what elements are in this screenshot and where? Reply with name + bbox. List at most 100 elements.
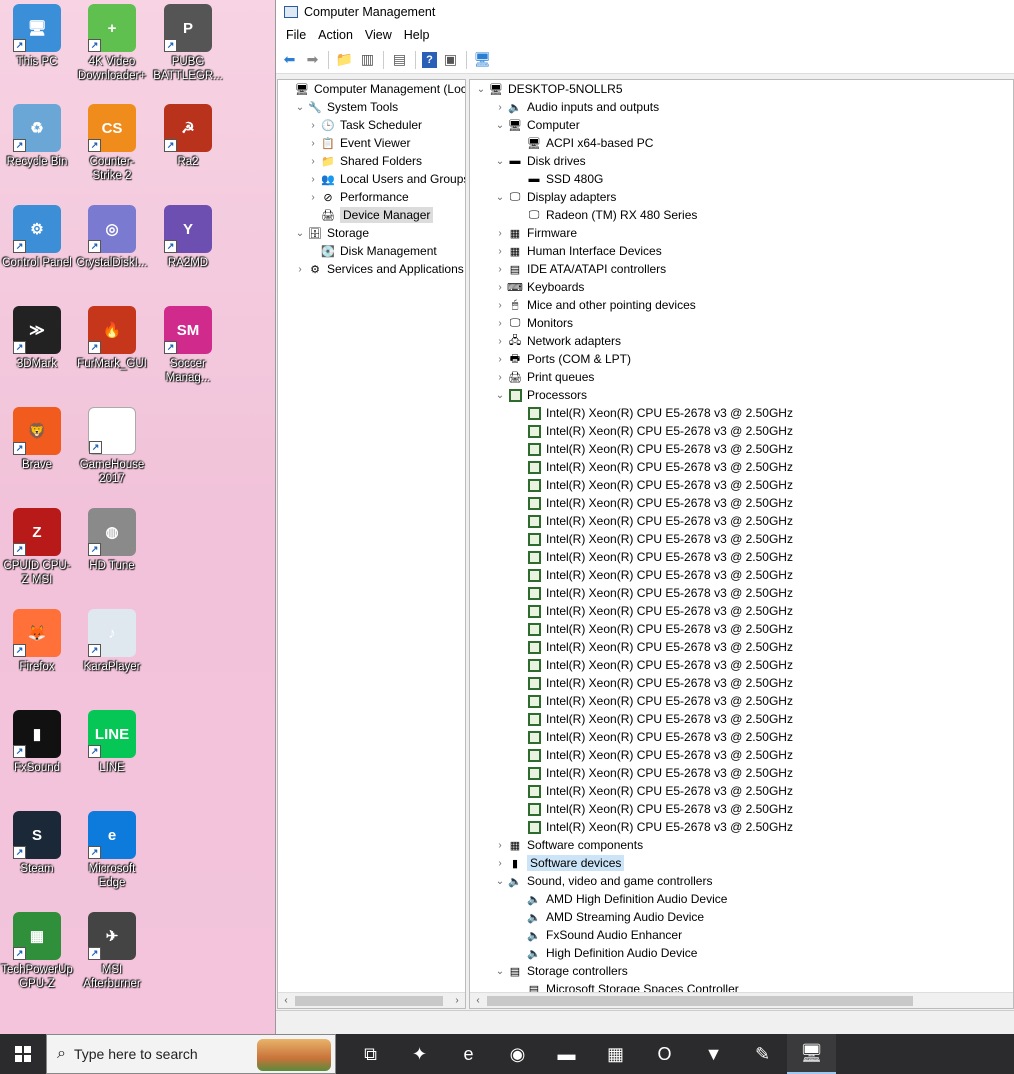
- desktop-icon[interactable]: e ↗ Microsoft Edge: [75, 811, 149, 890]
- expand-arrow-icon[interactable]: ›: [493, 318, 507, 329]
- collapse-arrow-icon[interactable]: ⌄: [493, 966, 507, 977]
- tree-item[interactable]: 🖨 Device Manager: [306, 206, 434, 224]
- desktop-icon[interactable]: ♪ ↗ KaraPlayer: [75, 609, 149, 674]
- collapse-arrow-icon[interactable]: ⌄: [493, 390, 507, 401]
- expand-arrow-icon[interactable]: ›: [306, 120, 320, 131]
- tree-item[interactable]: Intel(R) Xeon(R) CPU E5-2678 v3 @ 2.50GH…: [512, 422, 793, 440]
- tree-item[interactable]: Intel(R) Xeon(R) CPU E5-2678 v3 @ 2.50GH…: [512, 602, 793, 620]
- console-tree[interactable]: 🖥 Computer Management (Local ⌄ 🔧 System Tool…: [277, 79, 466, 1009]
- tree-item[interactable]: › 📁 Shared Folders: [306, 152, 422, 170]
- tree-item[interactable]: Intel(R) Xeon(R) CPU E5-2678 v3 @ 2.50GH…: [512, 656, 793, 674]
- desktop-icon[interactable]: 🦁 ↗ Brave: [0, 407, 74, 472]
- tree-item[interactable]: 🔈 AMD Streaming Audio Device: [512, 908, 704, 926]
- desktop-icon[interactable]: ◎ ↗ CrystalDiskI...: [75, 205, 149, 270]
- search-box[interactable]: ⌕ Type here to search: [46, 1034, 336, 1074]
- collapse-arrow-icon[interactable]: ⌄: [493, 192, 507, 203]
- desktop-icon[interactable]: ≫ ↗ 3DMark: [0, 306, 74, 371]
- collapse-arrow-icon[interactable]: ⌄: [493, 876, 507, 887]
- tree-item[interactable]: ⌄ ▬ Disk drives: [493, 152, 586, 170]
- desktop-icon[interactable]: Z ↗ CPUID CPU-Z MSI: [0, 508, 74, 587]
- scroll-left-icon[interactable]: ‹: [470, 993, 486, 1008]
- tree-item[interactable]: Intel(R) Xeon(R) CPU E5-2678 v3 @ 2.50GH…: [512, 728, 793, 746]
- tree-item[interactable]: › 📋 Event Viewer: [306, 134, 410, 152]
- tree-item[interactable]: Intel(R) Xeon(R) CPU E5-2678 v3 @ 2.50GH…: [512, 548, 793, 566]
- scroll-thumb[interactable]: [295, 996, 443, 1006]
- expand-arrow-icon[interactable]: ›: [493, 246, 507, 257]
- expand-arrow-icon[interactable]: ›: [293, 264, 307, 275]
- tree-item[interactable]: ⌄ 🔈 Sound, video and game controllers: [493, 872, 713, 890]
- tree-item[interactable]: Intel(R) Xeon(R) CPU E5-2678 v3 @ 2.50GH…: [512, 530, 793, 548]
- tree-item[interactable]: › 🖧 Network adapters: [493, 332, 621, 350]
- tree-item[interactable]: 🖵 Radeon (TM) RX 480 Series: [512, 206, 698, 224]
- file-explorer-icon[interactable]: ▬: [542, 1034, 591, 1074]
- tree-item[interactable]: Intel(R) Xeon(R) CPU E5-2678 v3 @ 2.50GH…: [512, 404, 793, 422]
- properties-icon[interactable]: ▤: [390, 50, 409, 69]
- tree-item[interactable]: › ⊘ Performance: [306, 188, 408, 206]
- desktop-icon[interactable]: SM ↗ Soccer Manag...: [151, 306, 225, 385]
- tree-item[interactable]: › ⚙ Services and Applications: [293, 260, 463, 278]
- tree-item[interactable]: Intel(R) Xeon(R) CPU E5-2678 v3 @ 2.50GH…: [512, 638, 793, 656]
- desktop-icon[interactable]: ☭ ↗ Ra2: [151, 104, 225, 169]
- tree-item[interactable]: 🔈 FxSound Audio Enhancer: [512, 926, 682, 944]
- expand-arrow-icon[interactable]: ›: [306, 138, 320, 149]
- expand-arrow-icon[interactable]: ›: [493, 282, 507, 293]
- tree-item[interactable]: › 🖶 Ports (COM & LPT): [493, 350, 631, 368]
- tree-item[interactable]: Intel(R) Xeon(R) CPU E5-2678 v3 @ 2.50GH…: [512, 710, 793, 728]
- left-horizontal-scrollbar[interactable]: ‹ ›: [278, 992, 465, 1008]
- scroll-thumb[interactable]: [487, 996, 913, 1006]
- tree-item[interactable]: ⌄ ▤ Storage controllers: [493, 962, 628, 980]
- paint-icon[interactable]: ✎: [738, 1034, 787, 1074]
- expand-arrow-icon[interactable]: ›: [306, 192, 320, 203]
- tree-item[interactable]: ⌄ 🖥 Computer: [493, 116, 580, 134]
- tree-item[interactable]: ⌄ Processors: [493, 386, 587, 404]
- tree-item[interactable]: 💽 Disk Management: [306, 242, 437, 260]
- tree-item[interactable]: Intel(R) Xeon(R) CPU E5-2678 v3 @ 2.50GH…: [512, 674, 793, 692]
- right-horizontal-scrollbar[interactable]: ‹: [470, 992, 1013, 1008]
- edge-icon[interactable]: e: [444, 1034, 493, 1074]
- tree-item[interactable]: Intel(R) Xeon(R) CPU E5-2678 v3 @ 2.50GH…: [512, 746, 793, 764]
- action-pane-icon[interactable]: ▣: [441, 50, 460, 69]
- tree-item[interactable]: › ▦ Firmware: [493, 224, 577, 242]
- tree-item[interactable]: Intel(R) Xeon(R) CPU E5-2678 v3 @ 2.50GH…: [512, 494, 793, 512]
- menu-view[interactable]: View: [359, 28, 398, 42]
- up-folder-icon[interactable]: 📁: [335, 50, 354, 69]
- tree-item[interactable]: ⌄ 🖥 DESKTOP-5NOLLR5: [474, 80, 623, 98]
- collapse-arrow-icon[interactable]: ⌄: [293, 228, 307, 239]
- store-icon[interactable]: ▦: [591, 1034, 640, 1074]
- tree-item[interactable]: 🔈 AMD High Definition Audio Device: [512, 890, 727, 908]
- menu-action[interactable]: Action: [312, 28, 359, 42]
- tree-item[interactable]: › ▦ Software components: [493, 836, 643, 854]
- expand-arrow-icon[interactable]: ›: [493, 102, 507, 113]
- device-tree[interactable]: ⌄ 🖥 DESKTOP-5NOLLR5 › 🔈 Audio inputs and outp…: [469, 79, 1014, 1009]
- scan-hardware-icon[interactable]: 🖥: [473, 50, 492, 69]
- desktop-icon[interactable]: ♻ ↗ Recycle Bin: [0, 104, 74, 169]
- tree-item[interactable]: › ⌨ Keyboards: [493, 278, 584, 296]
- desktop-icon[interactable]: CS ↗ Counter-Strike 2: [75, 104, 149, 183]
- expand-arrow-icon[interactable]: ›: [306, 174, 320, 185]
- expand-arrow-icon[interactable]: ›: [306, 156, 320, 167]
- tree-item[interactable]: › ▦ Human Interface Devices: [493, 242, 661, 260]
- tree-item[interactable]: Intel(R) Xeon(R) CPU E5-2678 v3 @ 2.50GH…: [512, 764, 793, 782]
- help-icon[interactable]: ?: [422, 51, 437, 68]
- desktop-icon[interactable]: 🔥 ↗ FurMark_GUI: [75, 306, 149, 371]
- collapse-arrow-icon[interactable]: ⌄: [293, 102, 307, 113]
- collapse-arrow-icon[interactable]: ⌄: [493, 120, 507, 131]
- desktop-icon[interactable]: 🦊 ↗ Firefox: [0, 609, 74, 674]
- desktop-icon[interactable]: ↗ GameHouse 2017: [75, 407, 149, 486]
- collapse-arrow-icon[interactable]: ⌄: [474, 84, 488, 95]
- tree-item[interactable]: Intel(R) Xeon(R) CPU E5-2678 v3 @ 2.50GH…: [512, 692, 793, 710]
- tree-item[interactable]: ▬ SSD 480G: [512, 170, 604, 188]
- scroll-right-icon[interactable]: ›: [449, 993, 465, 1008]
- show-hide-tree-icon[interactable]: ▥: [358, 50, 377, 69]
- tree-item[interactable]: ⌄ 🖵 Display adapters: [493, 188, 617, 206]
- computer-management-icon[interactable]: 🖥: [787, 1034, 836, 1074]
- expand-arrow-icon[interactable]: ›: [493, 300, 507, 311]
- back-icon[interactable]: ⬅: [280, 50, 299, 69]
- tree-item[interactable]: Intel(R) Xeon(R) CPU E5-2678 v3 @ 2.50GH…: [512, 566, 793, 584]
- tree-item[interactable]: Intel(R) Xeon(R) CPU E5-2678 v3 @ 2.50GH…: [512, 800, 793, 818]
- outlook-icon[interactable]: O: [640, 1034, 689, 1074]
- brave-icon[interactable]: ▼: [689, 1034, 738, 1074]
- tree-item[interactable]: Intel(R) Xeon(R) CPU E5-2678 v3 @ 2.50GH…: [512, 584, 793, 602]
- tree-item[interactable]: › 🖱 Mice and other pointing devices: [493, 296, 695, 314]
- firefox-icon[interactable]: ◉: [493, 1034, 542, 1074]
